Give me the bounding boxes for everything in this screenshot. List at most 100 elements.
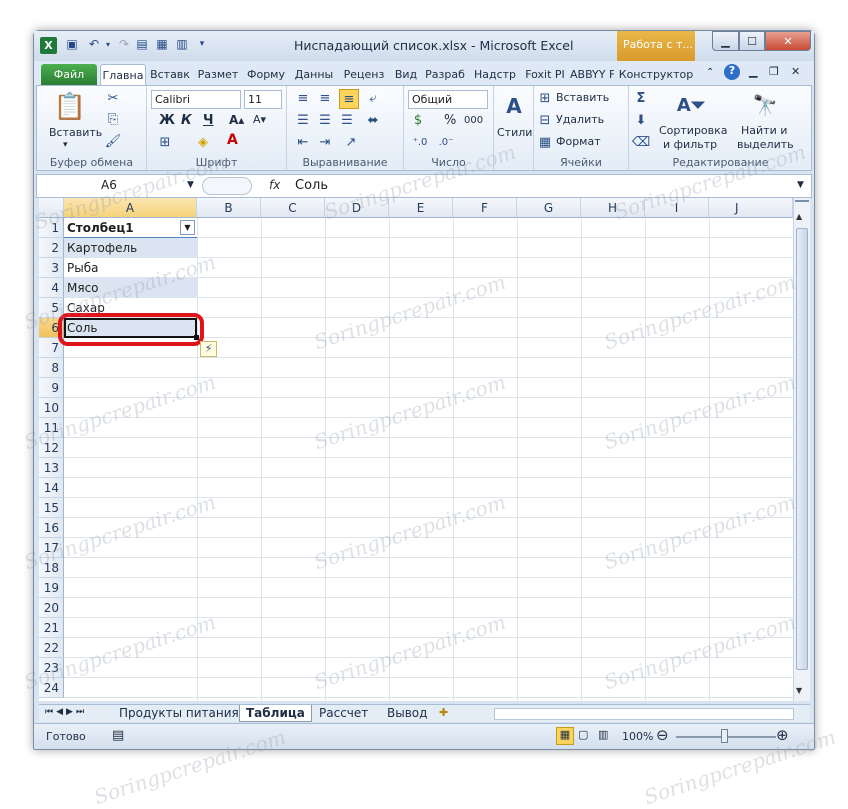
sheet-tab-calc[interactable]: Рассчет [313,705,374,722]
doc-close-button[interactable]: ✕ [791,65,800,78]
row-header-22[interactable]: 22 [39,638,64,658]
sort-filter-button[interactable]: Сортировка [659,124,728,137]
calculator-icon[interactable]: ▥ [174,36,190,52]
row-header-4[interactable]: 4 [39,278,64,298]
doc-minimize-button[interactable]: ▁ [749,65,757,78]
minimize-button[interactable]: ▁ [712,31,739,51]
fill-color-icon[interactable]: ◈ [195,134,211,150]
format-painter-icon[interactable]: 🖌 [105,133,122,149]
increase-indent-icon[interactable]: ⇥ [317,134,333,150]
tab-review[interactable]: Реценз [339,64,389,85]
column-header-h[interactable]: H [581,198,645,218]
grow-font-button[interactable]: A▴ [229,113,244,127]
find-select-button[interactable]: Найти и [741,124,787,137]
sort-filter-icon[interactable]: A⏷ [677,90,705,120]
zoom-in-button[interactable]: ⊕ [776,726,789,744]
form-icon[interactable]: ▤ [134,36,150,52]
row-header-20[interactable]: 20 [39,598,64,618]
excel-logo-icon[interactable]: X [40,37,57,54]
redo-icon[interactable]: ↷ [116,36,132,52]
filter-dropdown-icon[interactable]: ▼ [180,220,195,235]
cell-a4[interactable]: Мясо [64,278,197,298]
row-header-21[interactable]: 21 [39,618,64,638]
column-header-j[interactable]: J [709,198,793,218]
format-cells-icon[interactable]: ▦ [538,134,552,150]
tab-abbyy[interactable]: ABBYY F [570,64,614,85]
insert-cells-button[interactable]: Вставить [556,91,609,104]
tab-view[interactable]: Вид [392,64,420,85]
bold-button[interactable]: Ж [159,113,175,128]
autocorrect-options-icon[interactable]: ⚡ [200,341,217,357]
sheet-tab-output[interactable]: Вывод [381,705,433,722]
insert-function-icon[interactable]: fx [269,178,280,192]
number-format-combo[interactable]: Общий [408,90,488,109]
tab-file[interactable]: Файл [41,64,97,85]
align-center-icon[interactable]: ☰ [317,112,333,128]
name-box[interactable]: A6 [39,177,199,195]
row-header-16[interactable]: 16 [39,518,64,538]
save-icon[interactable]: ▣ [64,36,80,52]
delete-cells-icon[interactable]: ⊟ [538,112,552,128]
cut-icon[interactable]: ✂ [105,90,121,106]
format-cells-button[interactable]: Формат [556,135,601,148]
undo-dropdown-icon[interactable]: ▾ [100,36,116,52]
copy-icon[interactable]: ⎘ [105,111,121,127]
row-header-9[interactable]: 9 [39,378,64,398]
currency-icon[interactable]: $ [410,112,426,128]
font-name-combo[interactable]: Calibri [151,90,241,109]
column-header-e[interactable]: E [389,198,453,218]
find-select-icon[interactable]: 🔭 [751,90,779,120]
italic-button[interactable]: К [181,113,192,128]
borders-icon[interactable]: ⊞ [157,134,173,150]
page-layout-view-button[interactable]: ▢ [578,728,588,741]
scroll-thumb[interactable] [796,228,808,670]
tab-formulas[interactable]: Форму [244,64,288,85]
formula-expand-handle[interactable] [202,177,252,195]
scroll-up-icon[interactable]: ▲ [796,212,802,221]
cell-a3[interactable]: Рыба [64,258,197,278]
column-header-i[interactable]: I [645,198,709,218]
minimize-ribbon-icon[interactable]: ⌃ [706,67,714,78]
sheet-tab-table-active[interactable]: Таблица [239,705,312,722]
column-header-b[interactable]: B [197,198,261,218]
select-all-corner[interactable] [39,198,64,218]
fill-icon[interactable]: ⬇ [633,112,649,128]
column-header-a[interactable]: A [64,198,197,218]
zoom-slider-thumb[interactable] [721,729,728,743]
sort-filter-button-line2[interactable]: и фильтр [663,138,717,151]
zoom-out-button[interactable]: ⊖ [656,726,669,744]
merge-center-icon[interactable]: ⬌ [365,112,381,128]
cell-a2[interactable]: Картофель [64,238,197,258]
row-header-15[interactable]: 15 [39,498,64,518]
font-size-combo[interactable]: 11 [244,90,282,109]
row-header-17[interactable]: 17 [39,538,64,558]
row-header-24[interactable]: 24 [39,678,64,698]
percent-button[interactable]: % [444,113,456,128]
align-top-icon[interactable]: ≡ [295,90,311,106]
find-select-button-line2[interactable]: выделить [737,138,794,151]
orientation-icon[interactable]: ↗ [343,134,359,150]
help-icon[interactable]: ? [724,64,740,80]
wrap-text-icon[interactable]: ⤶ [365,90,381,106]
page-break-view-button[interactable]: ▥ [598,728,608,741]
horizontal-scrollbar[interactable] [494,708,794,720]
tab-home[interactable]: Главна [100,64,146,85]
doc-restore-button[interactable]: ❐ [769,65,779,78]
row-header-18[interactable]: 18 [39,558,64,578]
row-header-19[interactable]: 19 [39,578,64,598]
align-middle-icon[interactable]: ≡ [317,90,333,106]
normal-view-button[interactable]: ▦ [556,727,574,745]
sheet-nav-icons[interactable]: ⏮◀▶⏭ [45,707,87,717]
customize-toolbar-icon[interactable]: ▾ [194,36,210,52]
row-header-23[interactable]: 23 [39,658,64,678]
align-bottom-icon[interactable]: ≡ [339,89,359,109]
row-header-12[interactable]: 12 [39,438,64,458]
vertical-scrollbar[interactable]: ▲ ▼ [793,198,810,701]
zoom-level[interactable]: 100% [622,730,653,743]
clear-icon[interactable]: ⌫ [632,134,650,150]
paste-button[interactable]: Вставить [49,126,102,139]
paste-icon[interactable]: 📋 [54,90,86,124]
tab-design[interactable]: Конструктор [618,64,694,85]
autosum-icon[interactable]: Σ [633,90,649,106]
tab-insert[interactable]: Вставк [148,64,192,85]
